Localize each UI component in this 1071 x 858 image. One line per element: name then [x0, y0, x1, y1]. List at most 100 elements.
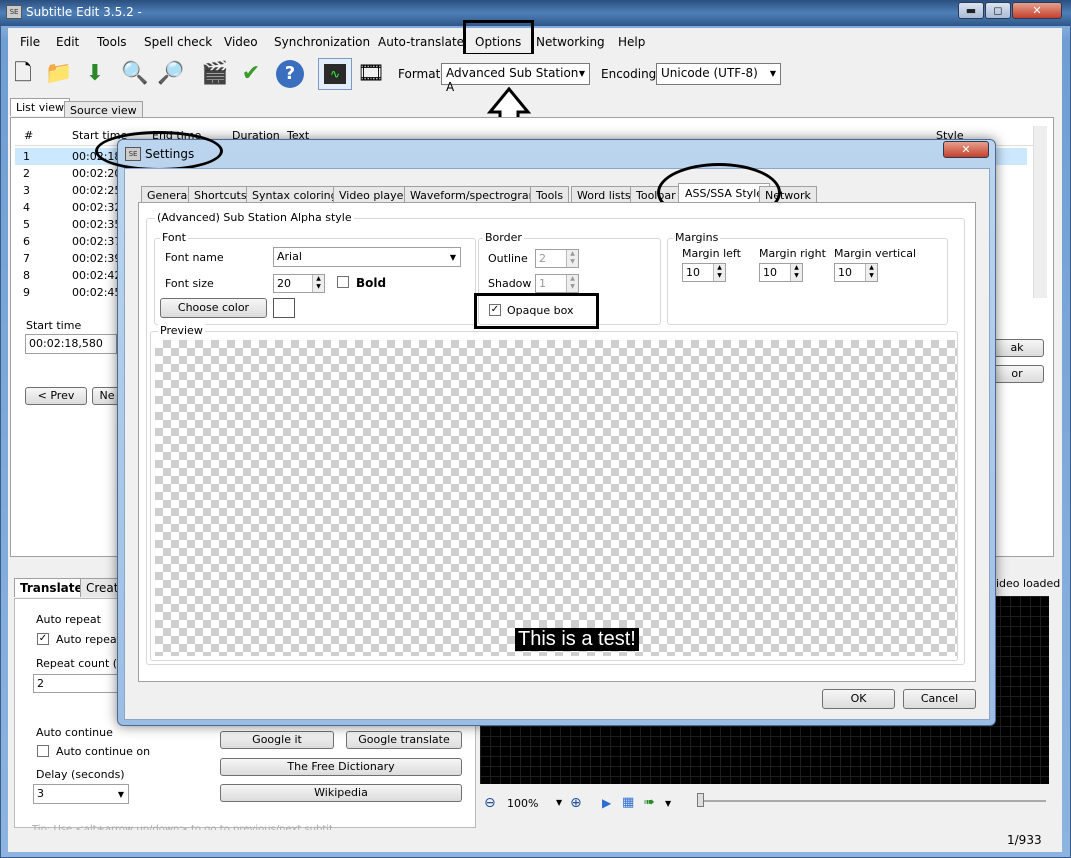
- row-start[interactable]: 00:02:25: [72, 184, 121, 197]
- minimize-button[interactable]: ▬: [958, 2, 984, 19]
- start-time-label: Start time: [26, 319, 82, 332]
- outline-stepper[interactable]: 2 ▲ ▼: [535, 249, 579, 268]
- start-time-input[interactable]: 00:02:18,580: [25, 334, 117, 354]
- menu-networking[interactable]: Networking: [536, 35, 605, 49]
- close-button[interactable]: ✕: [1012, 2, 1062, 19]
- tab-list-view[interactable]: List view: [10, 98, 71, 116]
- row-start[interactable]: 00:02:20: [72, 167, 121, 180]
- forward-icon[interactable]: ➠: [644, 795, 655, 810]
- margin-vertical-label: Margin vertical: [834, 247, 917, 260]
- row-number[interactable]: 1: [23, 150, 30, 163]
- chevron-down-icon: ▼: [769, 69, 776, 78]
- row-number[interactable]: 7: [23, 252, 30, 265]
- row-number[interactable]: 8: [23, 269, 30, 282]
- row-number[interactable]: 3: [23, 184, 30, 197]
- row-start[interactable]: 00:02:45: [72, 286, 121, 299]
- margins-group-title: Margins: [673, 231, 721, 244]
- chevron-down-icon[interactable]: ▼: [556, 798, 562, 807]
- ssa-style-title: (Advanced) Sub Station Alpha style: [155, 211, 354, 224]
- preview-title: Preview: [158, 324, 205, 337]
- row-number[interactable]: 2: [23, 167, 30, 180]
- open-folder-icon[interactable]: 📁: [44, 58, 74, 90]
- menu-edit[interactable]: Edit: [56, 35, 79, 49]
- break-button[interactable]: ak: [990, 339, 1044, 357]
- new-file-icon[interactable]: 🗋: [8, 58, 38, 90]
- position-slider[interactable]: [700, 800, 1046, 802]
- row-number[interactable]: 9: [23, 286, 30, 299]
- row-number[interactable]: 5: [23, 218, 30, 231]
- menu-video[interactable]: Video: [224, 35, 258, 49]
- bold-label: Bold: [356, 276, 387, 290]
- zoom-in-icon[interactable]: ⊕: [570, 795, 582, 811]
- color-button[interactable]: or: [990, 365, 1044, 383]
- format-select[interactable]: Advanced Sub Station A ▼: [441, 63, 590, 94]
- row-number[interactable]: 4: [23, 201, 30, 214]
- video-status: ideo loaded: [996, 577, 1061, 590]
- replace-icon[interactable]: 🔎: [156, 58, 186, 90]
- margin-right-label: Margin right: [759, 247, 826, 260]
- menu-spell-check[interactable]: Spell check: [144, 35, 212, 49]
- save-icon[interactable]: ⬇: [80, 58, 110, 90]
- row-start[interactable]: 00:02:32: [72, 201, 121, 214]
- col-number[interactable]: #: [24, 129, 33, 142]
- tab-translate[interactable]: Translate: [14, 578, 89, 597]
- wikipedia-button[interactable]: Wikipedia: [220, 784, 462, 802]
- auto-continue-checkbox[interactable]: [37, 745, 49, 757]
- font-group-title: Font: [160, 231, 188, 244]
- video-icon[interactable]: 🎞: [356, 58, 386, 90]
- auto-repeat-title: Auto repeat: [36, 613, 101, 626]
- margin-vertical-stepper[interactable]: 10 ▲ ▼: [834, 263, 878, 282]
- zoom-value[interactable]: 100%: [507, 797, 538, 810]
- font-size-label: Font size: [165, 277, 214, 290]
- find-icon[interactable]: 🔍: [120, 58, 150, 90]
- grid-scrollbar[interactable]: [1033, 126, 1047, 298]
- slider-thumb[interactable]: [697, 793, 704, 807]
- delay-label: Delay (seconds): [36, 768, 125, 781]
- google-translate-button[interactable]: Google translate: [346, 731, 462, 749]
- encoding-select[interactable]: Unicode (UTF-8) ▼: [656, 63, 781, 85]
- waveform-icon[interactable]: ∿: [318, 58, 352, 90]
- menu-bar: File Edit Tools Spell check Video Synchr…: [8, 30, 1062, 54]
- help-icon[interactable]: ?: [276, 60, 304, 88]
- auto-continue-label: Auto continue on: [56, 745, 151, 758]
- play-icon[interactable]: ▶: [602, 796, 611, 810]
- cancel-button[interactable]: Cancel: [903, 689, 976, 709]
- margin-left-stepper[interactable]: 10 ▲ ▼: [682, 263, 726, 282]
- color-swatch[interactable]: [273, 298, 295, 318]
- choose-color-button[interactable]: Choose color: [160, 298, 267, 318]
- menu-auto-translate[interactable]: Auto-translate: [378, 35, 464, 49]
- annotation-options-box: [463, 20, 534, 56]
- row-start[interactable]: 00:02:37: [72, 235, 121, 248]
- prev-button[interactable]: < Prev: [25, 387, 87, 405]
- maximize-button[interactable]: ◻: [985, 2, 1011, 19]
- zoom-out-icon[interactable]: ⊖: [484, 795, 496, 811]
- delay-select[interactable]: 3 ▼: [33, 784, 129, 804]
- row-number[interactable]: 6: [23, 235, 30, 248]
- title-bar[interactable]: SE Subtitle Edit 3.5.2 - ▬ ◻ ✕: [0, 0, 1071, 26]
- visual-sync-icon[interactable]: 🎬: [200, 58, 230, 90]
- row-start[interactable]: 00:02:39: [72, 252, 121, 265]
- spell-check-icon[interactable]: ✔: [236, 58, 266, 90]
- auto-repeat-label: Auto repeat: [56, 633, 121, 646]
- menu-tools[interactable]: Tools: [97, 35, 127, 49]
- shadow-stepper[interactable]: 1 ▲ ▼: [535, 274, 579, 293]
- auto-repeat-checkbox[interactable]: ✓: [37, 633, 49, 645]
- free-dictionary-button[interactable]: The Free Dictionary: [220, 758, 462, 776]
- row-start[interactable]: 00:02:42: [72, 269, 121, 282]
- settings-close-button[interactable]: ✕: [943, 141, 989, 158]
- ok-button[interactable]: OK: [822, 689, 895, 709]
- grid-toggle-icon[interactable]: ▦: [622, 795, 634, 810]
- menu-help[interactable]: Help: [618, 35, 645, 49]
- google-it-button[interactable]: Google it: [220, 731, 334, 749]
- margin-right-stepper[interactable]: 10 ▲ ▼: [759, 263, 803, 282]
- repeat-count-select[interactable]: 2: [33, 674, 123, 693]
- chevron-down-icon[interactable]: ▼: [665, 799, 671, 808]
- menu-file[interactable]: File: [20, 35, 40, 49]
- font-name-select[interactable]: Arial ▼: [273, 247, 461, 267]
- bold-checkbox[interactable]: [337, 276, 349, 288]
- font-size-stepper[interactable]: 20 ▲ ▼: [273, 274, 325, 293]
- menu-synchronization[interactable]: Synchronization: [274, 35, 370, 49]
- toolbar: 🗋 📁 ⬇ 🔍 🔎 🎬 ✔ ? ∿ 🎞 Format Advanced Sub …: [8, 54, 1062, 94]
- margin-left-label: Margin left: [682, 247, 741, 260]
- row-start[interactable]: 00:02:35: [72, 218, 121, 231]
